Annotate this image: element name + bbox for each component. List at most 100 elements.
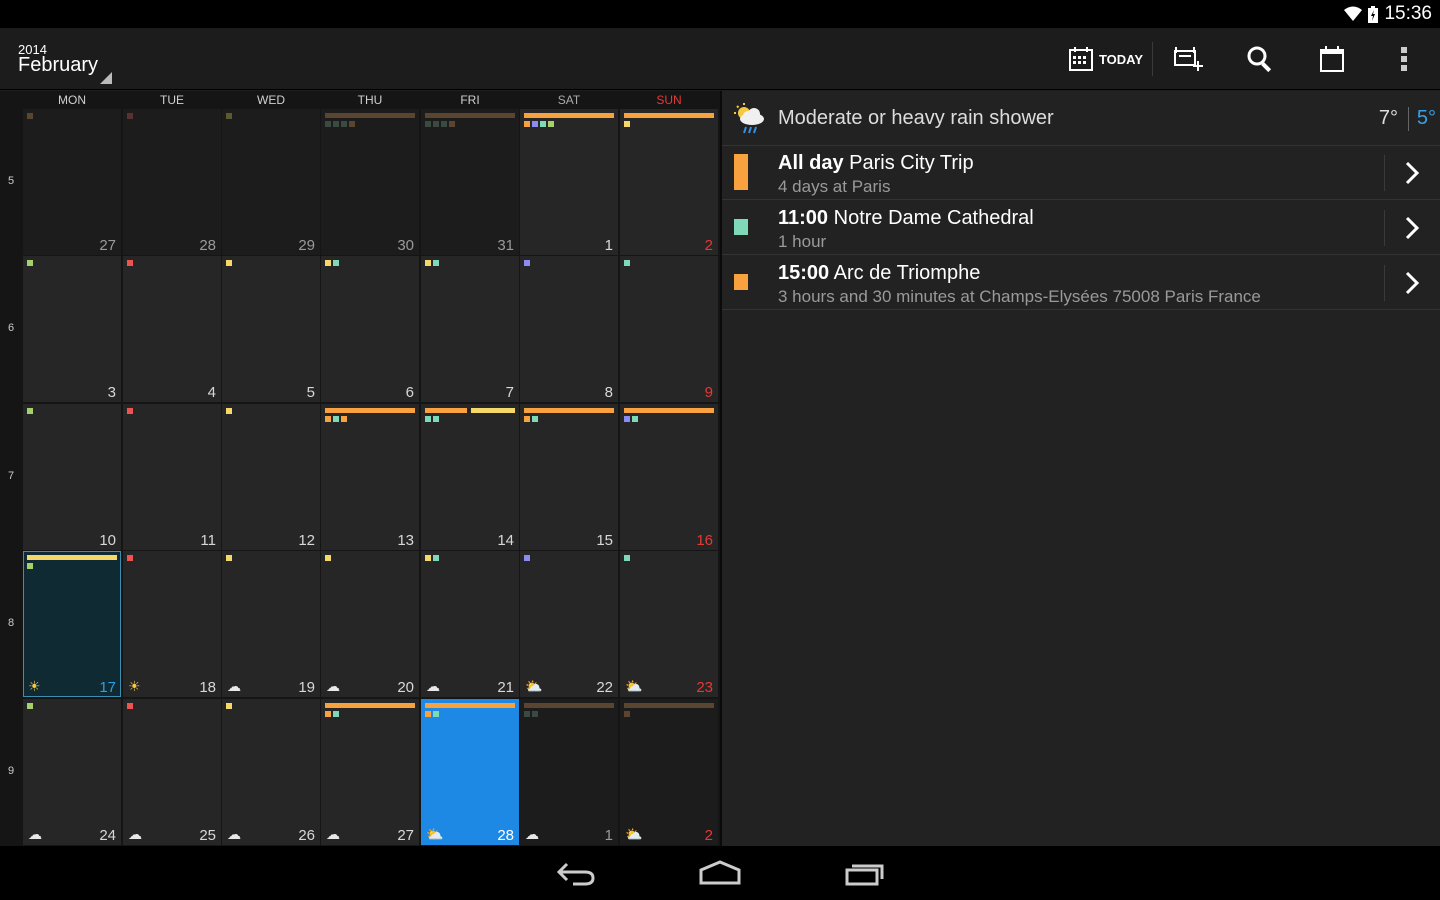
agenda-event[interactable]: 11:00 Notre Dame Cathedral 1 hour <box>722 201 1440 255</box>
day-cell[interactable]: 10 <box>23 404 121 550</box>
recent-apps-icon[interactable] <box>844 858 886 888</box>
event-dot <box>425 416 431 422</box>
week-number: 5 <box>7 175 15 187</box>
chevron-right-icon[interactable] <box>1402 215 1422 241</box>
today-button[interactable]: TODAY <box>1062 38 1150 80</box>
event-dots <box>624 416 638 422</box>
weather-description: Moderate or heavy rain shower <box>778 107 1054 129</box>
event-dots <box>127 703 133 709</box>
day-cell[interactable]: 5 <box>222 256 320 402</box>
event-dots <box>325 555 331 561</box>
day-header-sat: SAT <box>557 93 581 107</box>
event-dot <box>433 711 439 717</box>
day-number: 5 <box>306 384 315 401</box>
event-dot <box>325 555 331 561</box>
event-dot <box>532 416 538 422</box>
event-color-stripe <box>734 154 748 190</box>
day-cell[interactable]: ☁ 20 <box>321 551 419 697</box>
event-dots <box>624 260 630 266</box>
event-dot <box>433 121 439 127</box>
event-dots <box>624 555 630 561</box>
event-dot <box>433 260 439 266</box>
day-cell[interactable]: ☁ 27 <box>321 699 419 845</box>
day-cell[interactable]: ☁ 1 <box>520 699 618 845</box>
event-title-line: All day Paris City Trip <box>778 152 974 175</box>
home-icon[interactable] <box>698 858 742 888</box>
day-cell[interactable]: ☀ 17 <box>23 551 121 697</box>
day-cell[interactable]: ⛅ 22 <box>520 551 618 697</box>
weather-icon: ⛅ <box>625 678 643 694</box>
event-time: All day <box>778 152 844 174</box>
event-dot <box>524 555 530 561</box>
day-cell[interactable]: 12 <box>222 404 320 550</box>
day-number: 2 <box>704 237 713 254</box>
event-title-line: 15:00 Arc de Triomphe <box>778 262 980 285</box>
overflow-menu-button[interactable] <box>1384 38 1424 80</box>
day-cell[interactable]: 16 <box>620 404 718 550</box>
event-dot <box>27 113 33 119</box>
day-cell[interactable]: 8 <box>520 256 618 402</box>
battery-icon <box>1368 5 1379 23</box>
day-cell[interactable]: ☁ 26 <box>222 699 320 845</box>
event-bar <box>524 408 614 413</box>
day-cell[interactable]: 1 <box>520 109 618 255</box>
day-number: 23 <box>696 679 713 696</box>
search-button[interactable] <box>1238 38 1282 80</box>
day-cell[interactable]: ☁ 19 <box>222 551 320 697</box>
chevron-right-icon[interactable] <box>1402 270 1422 296</box>
event-dot <box>433 555 439 561</box>
weather-icon: ☁ <box>326 678 340 694</box>
event-dots <box>425 121 455 127</box>
event-separator <box>1384 155 1385 191</box>
day-cell[interactable]: 30 <box>321 109 419 255</box>
day-number: 8 <box>604 384 613 401</box>
navigation-bar <box>0 846 1440 900</box>
day-number: 11 <box>200 532 216 549</box>
day-cell[interactable]: ☀ 18 <box>123 551 221 697</box>
event-dot <box>226 408 232 414</box>
day-number: 22 <box>596 679 613 696</box>
day-cell[interactable]: 11 <box>123 404 221 550</box>
day-cell[interactable]: ⛅ 2 <box>620 699 718 845</box>
temp-separator <box>1408 107 1409 131</box>
day-cell[interactable]: ☁ 24 <box>23 699 121 845</box>
add-event-button[interactable] <box>1166 38 1210 80</box>
agenda-event[interactable]: All day Paris City Trip 4 days at Paris <box>722 146 1440 200</box>
view-switch-button[interactable] <box>1310 38 1354 80</box>
day-cell[interactable]: 3 <box>23 256 121 402</box>
day-cell[interactable]: 14 <box>421 404 519 550</box>
chevron-right-icon[interactable] <box>1402 160 1422 186</box>
rain-shower-icon <box>734 103 764 134</box>
day-cell[interactable]: 15 <box>520 404 618 550</box>
event-dot <box>341 416 347 422</box>
day-cell[interactable]: 31 <box>421 109 519 255</box>
weather-icon: ☀ <box>28 678 41 694</box>
agenda-event[interactable]: 15:00 Arc de Triomphe 3 hours and 30 min… <box>722 256 1440 310</box>
event-dot <box>333 416 339 422</box>
day-cell[interactable]: 2 <box>620 109 718 255</box>
day-cell[interactable]: 27 <box>23 109 121 255</box>
day-number: 20 <box>397 679 414 696</box>
day-cell[interactable]: 28 <box>123 109 221 255</box>
day-cell[interactable]: ⛅ 28 <box>421 699 519 845</box>
day-cell[interactable]: 9 <box>620 256 718 402</box>
event-dots <box>425 260 439 266</box>
day-number: 25 <box>199 827 216 844</box>
event-separator <box>1384 265 1385 301</box>
weather-icon: ☀ <box>128 678 141 694</box>
day-cell[interactable]: 13 <box>321 404 419 550</box>
event-dot <box>425 711 431 717</box>
day-cell[interactable]: 29 <box>222 109 320 255</box>
day-cell[interactable]: ☁ 21 <box>421 551 519 697</box>
event-bar <box>524 113 614 118</box>
day-cell[interactable]: 7 <box>421 256 519 402</box>
event-dots <box>127 555 133 561</box>
day-cell[interactable]: ⛅ 23 <box>620 551 718 697</box>
day-cell[interactable]: ☁ 25 <box>123 699 221 845</box>
more-vert-icon <box>1401 47 1407 71</box>
day-cell[interactable]: 6 <box>321 256 419 402</box>
day-cell[interactable]: 4 <box>123 256 221 402</box>
event-title: Arc de Triomphe <box>833 262 981 284</box>
back-icon[interactable] <box>555 858 597 888</box>
event-dots <box>524 711 538 717</box>
